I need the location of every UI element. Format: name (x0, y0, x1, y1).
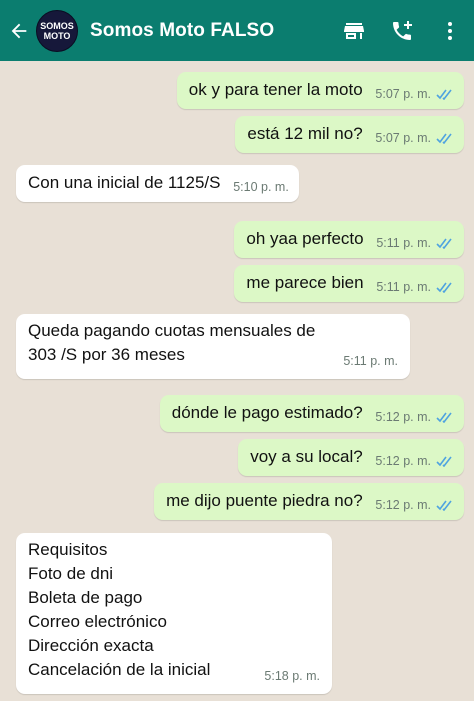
store-icon (344, 22, 364, 39)
message-text: Requisitos Foto de dni Boleta de pago Co… (28, 540, 211, 679)
more-options-button[interactable] (426, 0, 474, 61)
message-text: me dijo puente piedra no? (166, 491, 363, 510)
read-ticks-icon (436, 412, 452, 423)
message-bubble-incoming[interactable]: Queda pagando cuotas mensuales de 303 /S… (16, 314, 410, 379)
message-meta: 5:07 p. m. (375, 82, 454, 106)
message-text: oh yaa perfecto (246, 229, 364, 248)
more-vertical-icon (448, 21, 452, 40)
message-meta: 5:07 p. m. (375, 126, 454, 150)
message-bubble-outgoing[interactable]: oh yaa perfecto 5:11 p. m. (234, 221, 464, 258)
message-time: 5:10 p. m. (233, 180, 289, 194)
avatar-text-line1: SOMOS (40, 20, 74, 31)
read-ticks-icon (436, 238, 452, 249)
arrow-left-icon (11, 23, 27, 38)
message-bubble-outgoing[interactable]: me parece bien 5:11 p. m. (234, 265, 464, 302)
add-call-icon (393, 20, 412, 40)
read-ticks-icon (436, 456, 452, 467)
read-ticks-icon (436, 133, 452, 144)
message-bubble-outgoing[interactable]: me dijo puente piedra no? 5:12 p. m. (154, 483, 464, 520)
message-text: voy a su local? (250, 447, 363, 466)
message-meta: 5:11 p. m. (376, 275, 454, 299)
message-text: me parece bien (246, 273, 364, 292)
read-ticks-icon (436, 500, 452, 511)
message-time: 5:12 p. m. (375, 498, 431, 512)
message-text: está 12 mil no? (247, 124, 363, 143)
message-time: 5:07 p. m. (375, 131, 431, 145)
message-text: Con una inicial de 1125/S (28, 173, 221, 192)
message-time: 5:18 p. m. (264, 669, 320, 683)
message-time: 5:11 p. m. (343, 354, 398, 368)
message-bubble-outgoing[interactable]: dónde le pago estimado? 5:12 p. m. (159, 395, 464, 432)
message-text: dónde le pago estimado? (171, 403, 363, 422)
contact-name[interactable]: Somos Moto FALSO (90, 20, 330, 42)
message-time: 5:12 p. m. (375, 454, 431, 468)
message-list: ok y para tener la moto 5:07 p. m. está … (0, 61, 474, 701)
message-bubble-outgoing[interactable]: está 12 mil no? 5:07 p. m. (235, 116, 464, 153)
store-button[interactable] (330, 0, 378, 61)
message-bubble-incoming[interactable]: Requisitos Foto de dni Boleta de pago Co… (16, 533, 332, 694)
message-meta: 5:12 p. m. (375, 449, 454, 473)
read-ticks-icon (436, 282, 452, 293)
read-ticks-icon (436, 89, 452, 100)
back-button[interactable] (2, 0, 36, 61)
message-meta: 5:12 p. m. (375, 493, 454, 517)
message-meta: 5:11 p. m. (376, 231, 454, 255)
message-bubble-incoming[interactable]: Con una inicial de 1125/S 5:10 p. m. (16, 165, 299, 202)
message-bubble-outgoing[interactable]: ok y para tener la moto 5:07 p. m. (176, 72, 464, 109)
message-bubble-outgoing[interactable]: voy a su local? 5:12 p. m. (238, 439, 464, 476)
message-time: 5:11 p. m. (376, 236, 431, 250)
message-meta: 5:12 p. m. (375, 405, 454, 429)
avatar-text-line2: MOTO (43, 30, 71, 41)
message-time: 5:11 p. m. (376, 280, 431, 294)
message-time: 5:07 p. m. (375, 87, 431, 101)
message-text: ok y para tener la moto (188, 80, 363, 99)
message-time: 5:12 p. m. (375, 410, 431, 424)
add-call-button[interactable] (378, 0, 426, 61)
avatar[interactable]: SOMOS MOTO (36, 9, 78, 52)
chat-header: SOMOS MOTO Somos Moto FALSO (0, 0, 474, 61)
